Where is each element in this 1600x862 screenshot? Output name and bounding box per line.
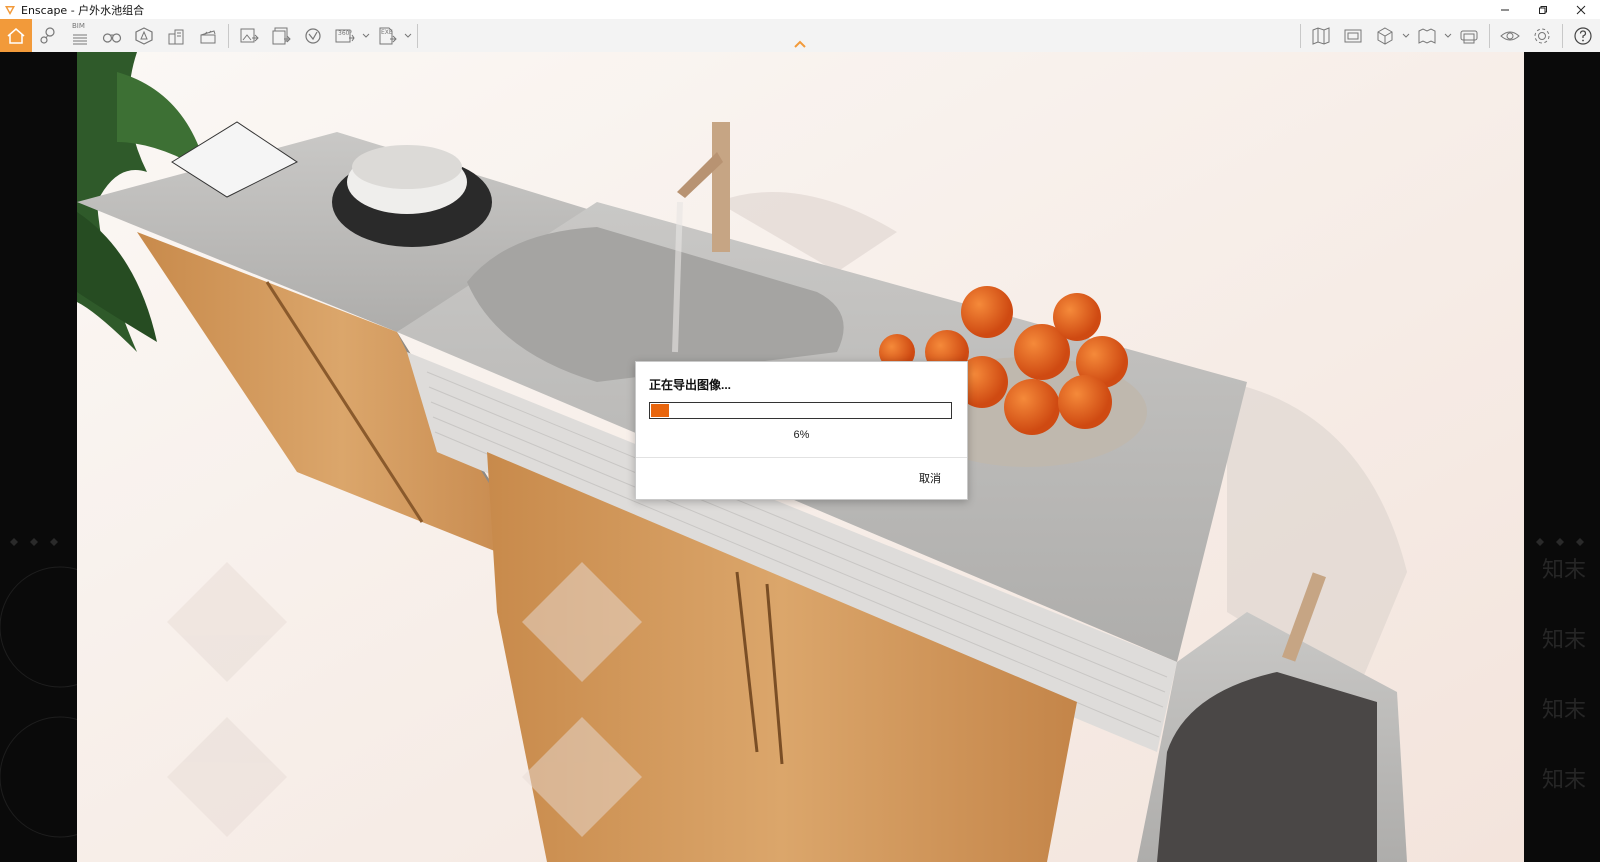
asset-library-icon: [135, 26, 153, 45]
exe-export-button[interactable]: EXE: [371, 19, 403, 52]
settings-icon: [1534, 28, 1550, 43]
screenshot-export-button[interactable]: [233, 19, 265, 52]
pano-label: 360°: [338, 30, 353, 37]
clapperboard-button[interactable]: [192, 19, 224, 52]
clapperboard-icon: [200, 29, 216, 43]
toolbar-right-group: [1296, 19, 1599, 52]
toolbar-left-group: BIM 360° EXE: [0, 19, 422, 52]
buildings-button[interactable]: [160, 19, 192, 52]
collapse-toolbar-chevron-up-icon[interactable]: [792, 38, 808, 50]
eye-icon: [1500, 31, 1520, 40]
locations-icon: [40, 26, 55, 44]
exe-export-dropdown[interactable]: [403, 19, 413, 52]
main-toolbar: BIM 360° EXE: [0, 19, 1600, 53]
eye-button[interactable]: [1494, 19, 1526, 52]
restore-icon: [1539, 5, 1547, 14]
asset-library-button[interactable]: [128, 19, 160, 52]
vr-icon: [1418, 27, 1436, 44]
panorama-button[interactable]: [297, 19, 329, 52]
home-icon: [7, 27, 25, 44]
bim-button[interactable]: BIM: [64, 19, 96, 52]
letterbox-right: 知末 知末 知末 知末: [1524, 52, 1600, 862]
batch-export-icon: [272, 27, 291, 44]
locations-button[interactable]: [32, 19, 64, 52]
visual-presets-icon: [1460, 30, 1478, 43]
dialog-divider: [636, 457, 967, 458]
letterbox-left: [0, 52, 121, 862]
watermark-text: 知末: [1542, 768, 1587, 793]
window-title: Enscape - 户外水池组合: [21, 3, 145, 17]
map-button[interactable]: [1305, 19, 1337, 52]
export-progress-bar: [649, 402, 952, 419]
settings-button[interactable]: [1526, 19, 1558, 52]
progress-percent-label: 6%: [793, 429, 810, 441]
title-bar: Enscape - 户外水池组合: [0, 0, 1600, 19]
video-editor-button[interactable]: [1337, 19, 1369, 52]
toolbar-separator: [1562, 23, 1563, 48]
progress-fill: [651, 404, 669, 417]
toolbar-separator: [417, 23, 418, 48]
binoculars-button[interactable]: [96, 19, 128, 52]
home-button[interactable]: [0, 19, 32, 52]
window-controls: [1486, 0, 1600, 19]
watermark-text: 知末: [1542, 698, 1587, 723]
watermark-pattern-right: [1536, 538, 1584, 546]
cube-view-dropdown[interactable]: [1401, 19, 1411, 52]
close-button[interactable]: [1562, 0, 1600, 19]
bim-label: BIM: [72, 22, 85, 30]
chevron-down-icon: [404, 33, 412, 38]
minimize-icon: [1501, 9, 1509, 10]
binoculars-icon: [102, 32, 122, 43]
dialog-title: 正在导出图像...: [649, 378, 732, 392]
cube-view-icon: [1377, 26, 1393, 45]
panorama-icon: [305, 27, 321, 44]
360-export-button[interactable]: 360°: [329, 19, 361, 52]
map-icon: [1312, 26, 1330, 45]
toolbar-separator: [228, 23, 229, 48]
buildings-icon: [168, 29, 184, 44]
enscape-logo-icon: [5, 5, 15, 15]
exe-label: EXE: [381, 29, 393, 36]
help-icon: [1574, 26, 1592, 45]
chevron-down-icon: [1444, 33, 1452, 38]
screenshot-export-icon: [240, 28, 259, 42]
restore-button[interactable]: [1524, 0, 1562, 19]
vr-button[interactable]: [1411, 19, 1443, 52]
export-progress-dialog: 正在导出图像... 6% 取消: [635, 361, 968, 500]
toolbar-separator: [1489, 23, 1490, 48]
visual-presets-button[interactable]: [1453, 19, 1485, 52]
cube-view-button[interactable]: [1369, 19, 1401, 52]
batch-export-button[interactable]: [265, 19, 297, 52]
help-button[interactable]: [1567, 19, 1599, 52]
watermark-pattern-left: [0, 538, 121, 838]
video-editor-icon: [1344, 29, 1362, 42]
cancel-button[interactable]: 取消: [913, 467, 947, 489]
360-export-dropdown[interactable]: [361, 19, 371, 52]
minimize-button[interactable]: [1486, 0, 1524, 19]
vr-dropdown[interactable]: [1443, 19, 1453, 52]
watermark-text: 知末: [1542, 558, 1587, 583]
chevron-down-icon: [362, 33, 370, 38]
watermark-text: 知末: [1542, 628, 1587, 653]
toolbar-separator: [1300, 23, 1301, 48]
chevron-down-icon: [1402, 33, 1410, 38]
close-icon: [1576, 5, 1586, 14]
